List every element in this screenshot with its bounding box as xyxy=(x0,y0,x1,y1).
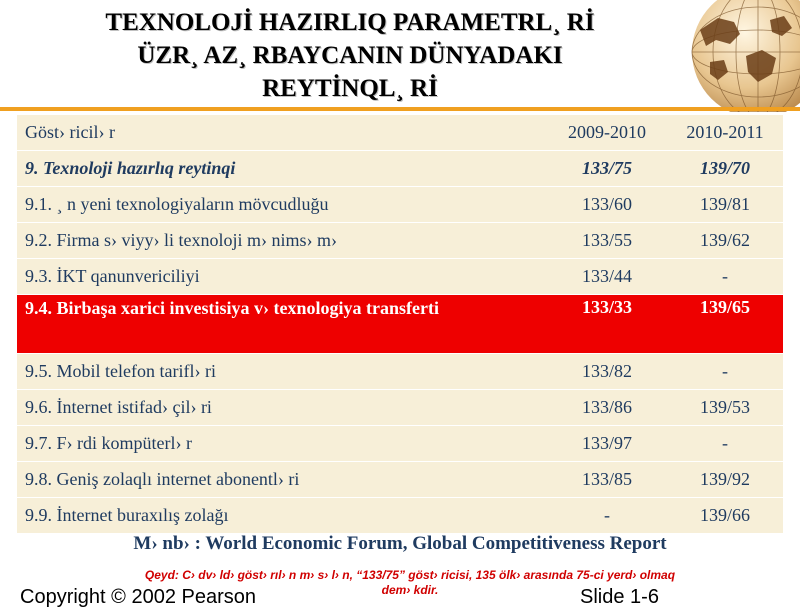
row-value-2010: 139/66 xyxy=(699,505,750,525)
footnote-line-1: Qeyd: C› dv› ld› göst› rıl› n m› s› l› n… xyxy=(144,568,676,582)
row-label: 9.1. ¸ n yeni texnologiyaların mövcudluğ… xyxy=(25,194,329,214)
row-value-2010: 139/65 xyxy=(699,297,750,317)
row-value-2010: 139/70 xyxy=(699,158,750,178)
row-value-2009: 133/44 xyxy=(581,266,632,286)
source-citation: M› nb› : World Economic Forum, Global Co… xyxy=(133,533,667,554)
header-2010-2011: 2010-2011 xyxy=(686,122,764,142)
row-value-2010: - xyxy=(722,266,728,286)
row-label: 9.2. Firma s› viyy› li texnoloji m› nims… xyxy=(25,230,337,250)
row-label: 9.4. Birbaşa xarici investisiya v› texno… xyxy=(25,298,439,318)
table-row: 9.7. F› rdi kompüterl› r 133/97 - xyxy=(17,426,783,462)
title-divider xyxy=(0,107,800,111)
header-indicator: Göst› ricil› r xyxy=(25,122,115,142)
ranking-table: Göst› ricil› r 2009-2010 2010-2011 9. Te… xyxy=(17,115,783,534)
slide-title: TEXNOLOJİ HAZIRLIQ PARAMETRL¸ Rİ ÜZR¸ AZ… xyxy=(30,6,670,105)
row-label: 9. Texnoloji hazırlıq reytinqi xyxy=(25,158,236,178)
row-value-2009: 133/33 xyxy=(581,297,632,317)
table-row-highlighted: 9.4. Birbaşa xarici investisiya v› texno… xyxy=(17,295,783,354)
row-value-2009: 133/82 xyxy=(581,361,632,381)
row-label: 9.9. İnternet buraxılış zolağı xyxy=(25,505,229,525)
table-row: 9. Texnoloji hazırlıq reytinqi 133/75 13… xyxy=(17,151,783,187)
header-2009-2010: 2009-2010 xyxy=(568,122,646,142)
row-value-2009: 133/55 xyxy=(581,230,632,250)
table-row: 9.3. İKT qanunvericiliyi 133/44 - xyxy=(17,259,783,295)
globe-icon xyxy=(691,0,800,112)
table-row: 9.1. ¸ n yeni texnologiyaların mövcudluğ… xyxy=(17,187,783,223)
table-row: 9.6. İnternet istifad› çil› ri 133/86 13… xyxy=(17,390,783,426)
row-value-2009: 133/85 xyxy=(581,469,632,489)
row-value-2009: - xyxy=(604,505,610,525)
row-value-2009: 133/60 xyxy=(581,194,632,214)
row-label: 9.5. Mobil telefon tarifl› ri xyxy=(25,361,216,381)
row-value-2010: 139/53 xyxy=(699,397,750,417)
row-label: 9.6. İnternet istifad› çil› ri xyxy=(25,397,212,417)
row-value-2010: 139/81 xyxy=(699,194,750,214)
row-value-2010: - xyxy=(722,433,728,453)
title-line-2: ÜZR¸ AZ¸ RBAYCANIN DÜNYADAKI xyxy=(137,42,563,69)
slide-number: Slide 1-6 xyxy=(580,586,659,608)
copyright-text: Copyright © 2002 Pearson xyxy=(20,586,256,608)
table-row: 9.8. Geniş zolaqlı internet abonentl› ri… xyxy=(17,462,783,498)
row-value-2009: 133/97 xyxy=(581,433,632,453)
row-label: 9.7. F› rdi kompüterl› r xyxy=(25,433,192,453)
row-value-2010: - xyxy=(722,361,728,381)
table-row: 9.5. Mobil telefon tarifl› ri 133/82 - xyxy=(17,354,783,390)
table-row: 9.9. İnternet buraxılış zolağı - 139/66 xyxy=(17,498,783,534)
row-value-2009: 133/86 xyxy=(581,397,632,417)
table-header-row: Göst› ricil› r 2009-2010 2010-2011 xyxy=(17,115,783,151)
title-line-3: REYTİNQL¸ Rİ xyxy=(262,75,438,102)
row-label: 9.8. Geniş zolaqlı internet abonentl› ri xyxy=(25,469,300,489)
title-line-1: TEXNOLOJİ HAZIRLIQ PARAMETRL¸ Rİ xyxy=(105,9,595,36)
table-row: 9.2. Firma s› viyy› li texnoloji m› nims… xyxy=(17,223,783,259)
row-label: 9.3. İKT qanunvericiliyi xyxy=(25,266,200,286)
row-value-2010: 139/62 xyxy=(699,230,750,250)
row-value-2009: 133/75 xyxy=(581,158,632,178)
row-value-2010: 139/92 xyxy=(699,469,750,489)
